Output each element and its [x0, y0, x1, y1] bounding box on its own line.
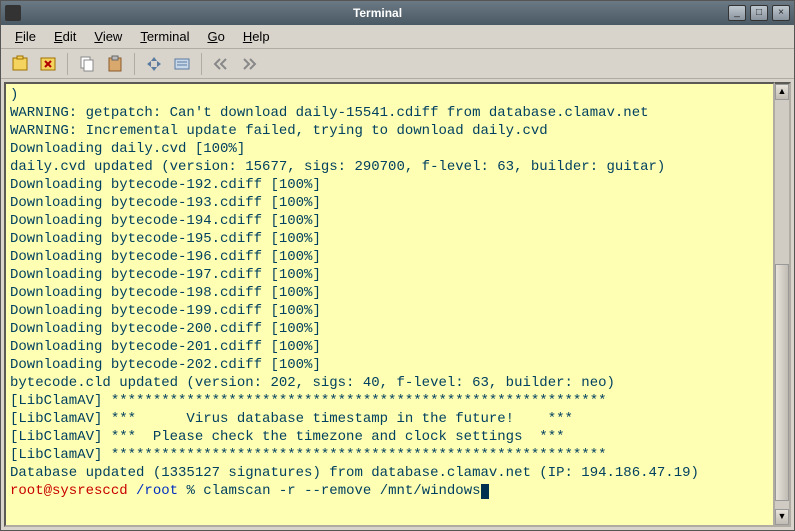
- window-buttons: _ □ ×: [728, 5, 790, 21]
- menu-help[interactable]: Help: [235, 27, 278, 46]
- terminal-line: Downloading bytecode-202.cdiff [100%]: [10, 356, 769, 374]
- terminal-line: Downloading bytecode-198.cdiff [100%]: [10, 284, 769, 302]
- app-icon: [5, 5, 21, 21]
- close-button[interactable]: ×: [772, 5, 790, 21]
- terminal-line: Downloading daily.cvd [100%]: [10, 140, 769, 158]
- menu-terminal[interactable]: Terminal: [132, 27, 197, 46]
- terminal-line: Downloading bytecode-195.cdiff [100%]: [10, 230, 769, 248]
- scrollbar[interactable]: ▲ ▼: [775, 82, 791, 527]
- menu-file[interactable]: File: [7, 27, 44, 46]
- cursor: [481, 484, 489, 499]
- fullscreen-icon[interactable]: [141, 52, 167, 76]
- prompt-path: /root: [136, 483, 178, 499]
- paste-icon[interactable]: [102, 52, 128, 76]
- terminal-line: Downloading bytecode-194.cdiff [100%]: [10, 212, 769, 230]
- terminal-line: WARNING: Incremental update failed, tryi…: [10, 122, 769, 140]
- minimize-button[interactable]: _: [728, 5, 746, 21]
- next-tab-icon[interactable]: [236, 52, 262, 76]
- terminal-line: bytecode.cld updated (version: 202, sigs…: [10, 374, 769, 392]
- titlebar[interactable]: Terminal _ □ ×: [1, 1, 794, 25]
- terminal-line: Database updated (1335127 signatures) fr…: [10, 464, 769, 482]
- terminal-line: daily.cvd updated (version: 15677, sigs:…: [10, 158, 769, 176]
- terminal-line: ): [10, 86, 769, 104]
- menu-edit[interactable]: Edit: [46, 27, 84, 46]
- terminal-line: WARNING: getpatch: Can't download daily-…: [10, 104, 769, 122]
- toolbar-separator: [201, 53, 202, 75]
- menubar: File Edit View Terminal Go Help: [1, 25, 794, 49]
- terminal-line: Downloading bytecode-192.cdiff [100%]: [10, 176, 769, 194]
- close-tab-icon[interactable]: [35, 52, 61, 76]
- terminal-window: Terminal _ □ × File Edit View Terminal G…: [0, 0, 795, 531]
- terminal-area: )WARNING: getpatch: Can't download daily…: [1, 79, 794, 530]
- terminal-line: Downloading bytecode-201.cdiff [100%]: [10, 338, 769, 356]
- terminal-line: Downloading bytecode-199.cdiff [100%]: [10, 302, 769, 320]
- prompt-command: clamscan -r --remove /mnt/windows: [203, 483, 480, 499]
- maximize-button[interactable]: □: [750, 5, 768, 21]
- scroll-thumb[interactable]: [775, 264, 789, 501]
- terminal-line: [LibClamAV] ****************************…: [10, 392, 769, 410]
- settings-icon[interactable]: [169, 52, 195, 76]
- window-title: Terminal: [27, 6, 728, 20]
- new-tab-icon[interactable]: [7, 52, 33, 76]
- terminal-line: [LibClamAV] ****************************…: [10, 446, 769, 464]
- scroll-track[interactable]: [775, 100, 789, 509]
- prompt-symbol: %: [186, 483, 194, 499]
- terminal-line: [LibClamAV] *** Please check the timezon…: [10, 428, 769, 446]
- toolbar: [1, 49, 794, 79]
- menu-view[interactable]: View: [86, 27, 130, 46]
- scroll-up-button[interactable]: ▲: [775, 84, 789, 100]
- terminal-line: Downloading bytecode-193.cdiff [100%]: [10, 194, 769, 212]
- toolbar-separator: [134, 53, 135, 75]
- prev-tab-icon[interactable]: [208, 52, 234, 76]
- copy-icon[interactable]: [74, 52, 100, 76]
- terminal-output[interactable]: )WARNING: getpatch: Can't download daily…: [4, 82, 775, 527]
- terminal-line: Downloading bytecode-196.cdiff [100%]: [10, 248, 769, 266]
- terminal-line: [LibClamAV] *** Virus database timestamp…: [10, 410, 769, 428]
- toolbar-separator: [67, 53, 68, 75]
- menu-go[interactable]: Go: [199, 27, 232, 46]
- terminal-line: Downloading bytecode-197.cdiff [100%]: [10, 266, 769, 284]
- terminal-line: Downloading bytecode-200.cdiff [100%]: [10, 320, 769, 338]
- terminal-prompt-line[interactable]: root@sysresccd /root % clamscan -r --rem…: [10, 482, 769, 500]
- scroll-down-button[interactable]: ▼: [775, 509, 789, 525]
- prompt-user: root@sysresccd: [10, 483, 128, 499]
